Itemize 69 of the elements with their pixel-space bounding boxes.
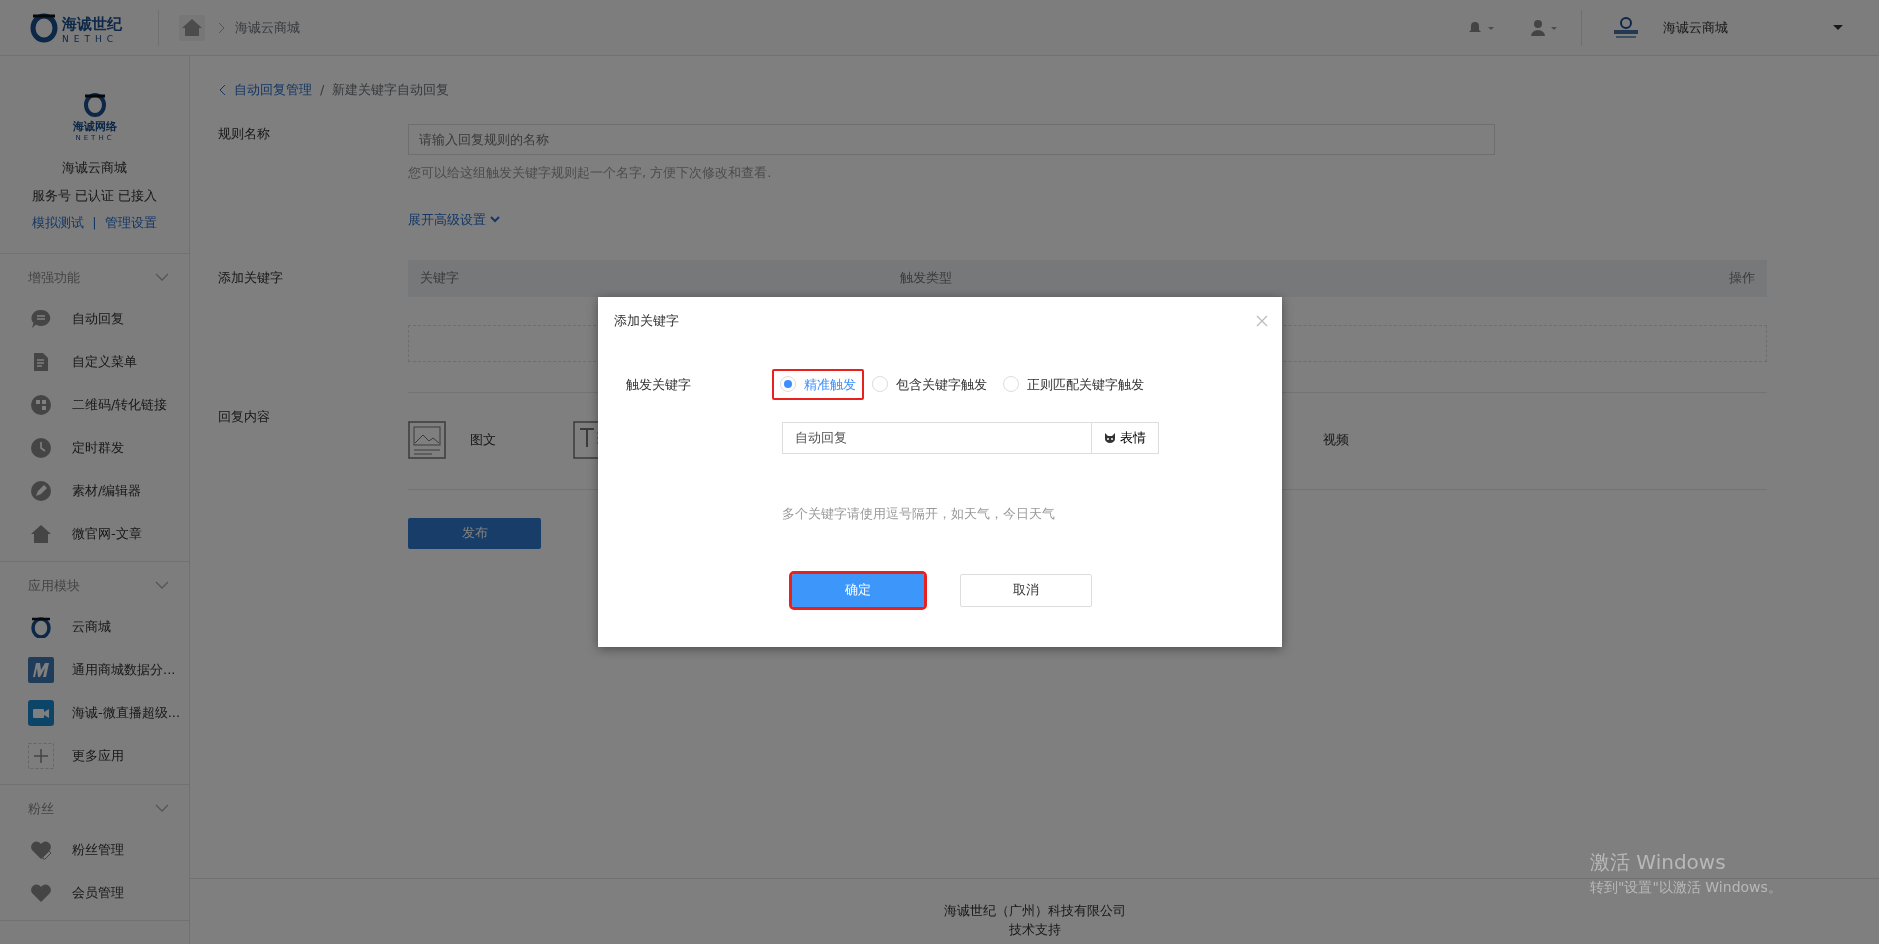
- emoji-button[interactable]: 表情: [1092, 422, 1159, 454]
- keyword-field[interactable]: 自动回复: [782, 422, 1092, 454]
- content-type-label[interactable]: 图文: [470, 429, 496, 450]
- sidebar-link[interactable]: 模拟测试: [32, 213, 85, 233]
- sidebar-item[interactable]: 自定义菜单: [0, 340, 189, 383]
- column-header: 触发类型: [900, 269, 953, 288]
- advanced-settings-link[interactable]: 展开高级设置: [408, 210, 500, 230]
- field-label: 回复内容: [218, 407, 271, 426]
- radio-option[interactable]: 包含关键字触发: [864, 368, 995, 400]
- field-hint: 多个关键字请使用逗号隔开，如天气，今日天气: [782, 505, 1056, 523]
- radio-option[interactable]: 正则匹配关键字触发: [995, 368, 1152, 400]
- chevron-down-icon[interactable]: [155, 803, 169, 813]
- ring-logo-icon: [30, 616, 52, 638]
- sidebar-item[interactable]: 更多应用: [0, 734, 189, 778]
- video-camera-icon: [28, 700, 54, 726]
- sidebar-item[interactable]: 二维码/转化链接: [0, 383, 189, 426]
- field-label: 添加关键字: [218, 268, 284, 287]
- cancel-button[interactable]: 取消: [960, 573, 1092, 607]
- rule-name-field[interactable]: 请输入回复规则的名称: [408, 123, 1495, 155]
- chevron-down-icon: [490, 216, 500, 224]
- separator: |: [92, 214, 97, 232]
- home-icon[interactable]: [179, 14, 205, 41]
- publish-button[interactable]: 发布: [408, 517, 541, 549]
- account-logo-icon: [1612, 16, 1640, 39]
- account-status: 服务号 已认证 已接入: [30, 186, 159, 205]
- sidebar-item[interactable]: 自动回复: [0, 297, 189, 340]
- confirm-button[interactable]: 确定: [792, 573, 924, 607]
- image-text-icon[interactable]: [408, 420, 446, 459]
- sidebar-link[interactable]: 管理设置: [104, 213, 157, 233]
- sidebar-item[interactable]: 海诚-微直播超级...: [0, 691, 189, 735]
- chat-bubble-icon: [30, 307, 52, 330]
- sidebar-item[interactable]: 通用商城数据分...: [0, 648, 189, 692]
- chevron-right-icon: [217, 20, 227, 35]
- pencil-icon: [30, 479, 52, 502]
- plus-icon: [28, 743, 54, 769]
- column-header: 关键字: [420, 269, 460, 288]
- chevron-left-icon[interactable]: [218, 83, 226, 96]
- sidebar-item[interactable]: 微官网-文章: [0, 512, 189, 555]
- account-name: 海诚云商城: [61, 159, 128, 177]
- sidebar-item[interactable]: 素材/编辑器: [0, 469, 189, 512]
- account-name[interactable]: 海诚云商城: [1663, 17, 1728, 38]
- dialog-title: 添加关键字: [614, 312, 679, 330]
- close-icon[interactable]: [1256, 314, 1268, 327]
- breadcrumb-link[interactable]: 自动回复管理: [234, 80, 312, 100]
- sidebar-item[interactable]: 会员管理: [0, 871, 189, 914]
- breadcrumb-current: 新建关键字自动回复: [332, 81, 450, 99]
- activation-title: 激活 Windows: [1590, 849, 1727, 876]
- sidebar-item[interactable]: 粉丝管理: [0, 828, 189, 871]
- m-app-icon: [28, 657, 54, 683]
- breadcrumb-item[interactable]: 海诚云商城: [235, 17, 300, 38]
- chevron-down-icon[interactable]: [155, 272, 169, 282]
- user-icon[interactable]: [1531, 19, 1559, 36]
- caret-icon[interactable]: [1833, 24, 1843, 31]
- radio-option[interactable]: 精准触发: [772, 368, 864, 400]
- footer-text: 海诚世纪（广州）科技有限公司: [942, 902, 1127, 920]
- notification-bell-icon[interactable]: [1469, 20, 1495, 35]
- field-label: 规则名称: [218, 124, 271, 143]
- sidebar-item[interactable]: 云商城: [0, 605, 189, 649]
- footer-text: 技术支持: [1007, 921, 1062, 939]
- separator: /: [320, 81, 325, 99]
- qr-code-icon: [30, 393, 52, 416]
- field-label: 触发关键字: [626, 375, 692, 394]
- chevron-down-icon[interactable]: [155, 581, 169, 591]
- brand-logo: 海诚世纪 NETHC: [28, 7, 138, 48]
- sidebar-item[interactable]: 定时群发: [0, 426, 189, 469]
- cat-icon: [1104, 433, 1116, 443]
- content-type-label[interactable]: 视频: [1323, 429, 1349, 450]
- clock-icon: [30, 436, 52, 459]
- home-icon: [30, 522, 52, 545]
